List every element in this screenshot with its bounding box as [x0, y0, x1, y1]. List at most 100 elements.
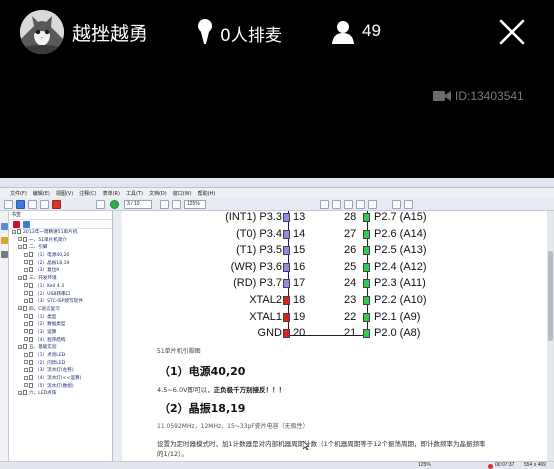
bookmark-page-icon: [23, 244, 27, 250]
bookmark-item[interactable]: （2）数据类型: [9, 321, 112, 329]
microphone-icon[interactable]: [196, 18, 214, 46]
menu-item-4[interactable]: 表单(R): [101, 190, 122, 197]
pin-marker-right: [363, 213, 370, 222]
pin-marker-left: [283, 229, 290, 239]
bookmark-page-icon: [29, 375, 33, 381]
tree-toggle-icon[interactable]: −: [18, 244, 22, 249]
sign-icon[interactable]: [392, 200, 401, 209]
page-scrollbar[interactable]: [547, 211, 554, 461]
bookmark-page-icon: [29, 352, 33, 357]
bookmark-item[interactable]: （4）程序结构: [9, 336, 112, 345]
stream-video[interactable]: 文件(F) 编辑(E) 视图(V) 注释(C) 表单(R) 工具(T) 文档(D) 窗口(W)…: [0, 178, 554, 469]
comment-icon[interactable]: [404, 200, 413, 209]
prev-page-icon[interactable]: [96, 200, 105, 209]
bookmark-item[interactable]: （1）电源40,20: [9, 252, 112, 260]
tree-toggle-icon[interactable]: −: [18, 306, 22, 311]
tree-toggle-icon[interactable]: −: [18, 344, 22, 349]
pin-row: XTAL2 18 23 P2.2 (A10): [123, 293, 547, 310]
bookmark-item[interactable]: − 2013年一周精讲51单片机: [9, 229, 112, 237]
zoom-in-icon[interactable]: [172, 200, 181, 209]
open-file-icon[interactable]: [4, 200, 13, 209]
bookmark-page-icon: [29, 328, 33, 334]
bookmarks-panel-icon[interactable]: [1, 237, 8, 244]
menu-item-5[interactable]: 工具(T): [124, 190, 145, 197]
tree-toggle-icon: [24, 283, 28, 288]
tree-toggle-icon: [24, 260, 28, 265]
bookmark-item[interactable]: （2）闪烁LED: [9, 359, 112, 368]
tree-toggle-icon[interactable]: −: [12, 229, 16, 234]
delete-bookmark-icon[interactable]: [13, 221, 20, 228]
bookmark-label: （3）流水灯(左移): [35, 368, 74, 374]
status-size: 554 x 469: [524, 462, 546, 468]
next-page-icon[interactable]: [110, 200, 119, 209]
bookmark-item[interactable]: （3）复位9: [9, 267, 112, 275]
hand-tool-icon[interactable]: [332, 200, 341, 209]
tree-toggle-icon: [24, 329, 28, 334]
bookmark-item[interactable]: − 六、LED点阵: [9, 390, 112, 398]
bookmark-item[interactable]: （3）流水灯(左移): [9, 367, 112, 375]
tree-toggle-icon[interactable]: −: [18, 275, 22, 280]
menu-item-2[interactable]: 视图(V): [54, 190, 75, 197]
create-pdf-icon[interactable]: [52, 200, 61, 209]
zoom-out-icon[interactable]: [160, 200, 169, 209]
print-icon[interactable]: [28, 200, 37, 209]
bookmark-item[interactable]: （3）运算: [9, 328, 112, 337]
bookmark-item[interactable]: − 四、C语言复习: [9, 305, 112, 314]
pin-marker-right: [363, 246, 370, 256]
page-number-field[interactable]: 3 / 10: [124, 200, 152, 209]
bookmark-page-icon: [17, 229, 21, 234]
marquee-zoom-icon[interactable]: [344, 200, 353, 209]
pin-row: (RD) P3.7 17 24 P2.3 (A11): [123, 276, 547, 293]
mail-icon[interactable]: [40, 200, 49, 209]
bookmark-item[interactable]: （4）流水灯(<<运算): [9, 375, 112, 383]
bookmark-item[interactable]: （1）Keil 4.3: [9, 282, 112, 291]
bookmark-page-icon: [29, 313, 33, 319]
fit-width-icon[interactable]: [356, 200, 365, 209]
bookmarks-panel-title: 书签: [9, 211, 112, 220]
bookmarks-divider[interactable]: [113, 211, 122, 461]
save-icon[interactable]: [16, 200, 25, 209]
bookmark-label: （1）电源40,20: [35, 253, 70, 259]
viewer-count: 49: [362, 21, 381, 40]
pin-marker-left: [283, 262, 290, 272]
scrollbar-thumb[interactable]: [548, 251, 553, 341]
bookmark-item[interactable]: （2）晶振18,19: [9, 259, 112, 268]
bookmark-label: 四、C语言复习: [29, 306, 60, 312]
bookmark-item[interactable]: − 二、引脚: [9, 244, 112, 252]
bookmark-page-icon: [29, 367, 33, 373]
pin-marker-left: [283, 329, 290, 339]
bookmark-item[interactable]: − 一、51单片机简介: [9, 236, 112, 245]
viewer-person-icon: [332, 20, 354, 44]
bookmark-page-icon: [29, 359, 33, 365]
pin-row: GND 20 21 P2.0 (A8): [123, 326, 547, 343]
select-tool-icon[interactable]: [320, 200, 329, 209]
tree-toggle-icon[interactable]: −: [18, 390, 22, 395]
tree-toggle-icon[interactable]: −: [18, 237, 22, 242]
bookmark-item[interactable]: （1）点亮LED: [9, 352, 112, 360]
host-avatar[interactable]: [20, 10, 64, 54]
bookmark-item[interactable]: （3）STC-ISP烧写软件: [9, 298, 112, 306]
pages-panel-icon[interactable]: [1, 223, 8, 230]
menu-item-3[interactable]: 注释(C): [77, 190, 98, 197]
menu-item-8[interactable]: 帮助(H): [196, 190, 218, 197]
mic-queue-count[interactable]: 0人排麦: [220, 21, 282, 46]
new-bookmark-icon[interactable]: [23, 221, 30, 228]
bookmark-item[interactable]: − 五、基础实验: [9, 344, 112, 352]
fit-page-icon[interactable]: [368, 200, 377, 209]
bookmark-item[interactable]: （5）流水灯(数组): [9, 382, 112, 391]
bookmark-item[interactable]: （1）类型: [9, 313, 112, 322]
zoom-level-field[interactable]: 125%: [184, 200, 206, 209]
bookmark-page-icon: [29, 252, 33, 258]
menu-item-0[interactable]: 文件(F): [8, 190, 29, 197]
bookmark-item[interactable]: − 三、开发环境: [9, 275, 112, 283]
pin-marker-right: [363, 296, 370, 305]
live-room-screen: 越挫越勇 0人排麦 49 ID:13403541 文件(F) 编辑(E) 视图(…: [0, 0, 554, 469]
menu-item-7[interactable]: 窗口(W): [171, 190, 194, 197]
menu-item-1[interactable]: 编辑(E): [31, 190, 52, 197]
bookmark-page-icon: [23, 390, 27, 396]
attachments-panel-icon[interactable]: [1, 251, 8, 258]
bookmark-item[interactable]: （2）USB转串口: [9, 290, 112, 299]
pdf-statusbar: 125% 00:07:37 554 x 469: [0, 461, 554, 469]
close-icon[interactable]: [498, 18, 526, 46]
menu-item-6[interactable]: 文档(D): [147, 190, 169, 197]
